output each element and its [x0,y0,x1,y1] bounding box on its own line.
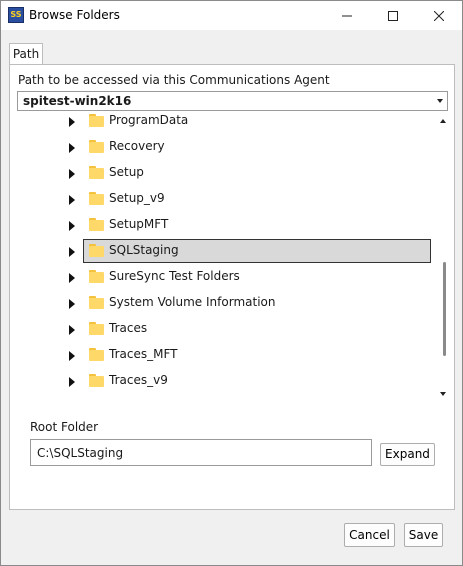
maximize-button[interactable] [370,1,416,30]
title-bar: SS Browse Folders [1,1,462,30]
root-folder-label: Root Folder [30,420,99,434]
tab-path[interactable]: Path [9,43,43,64]
expand-arrow-icon[interactable] [69,273,75,283]
folder-icon [89,192,104,205]
expand-arrow-icon[interactable] [69,221,75,231]
tree-item-setup-v9[interactable]: Setup_v9 [17,186,439,212]
tree-item-label: SetupMFT [109,217,169,231]
tree-item-label: ProgramData [109,113,189,127]
tree-item-label: System Volume Information [109,295,276,309]
browse-folders-window: SS Browse Folders Path Path to be access… [0,0,463,566]
tree-item-sqlstaging[interactable]: SQLStaging [17,238,439,264]
tree-item-traces[interactable]: Traces [17,316,439,342]
expand-arrow-icon[interactable] [69,247,75,257]
agent-dropdown-value: spitest-win2k16 [23,94,132,108]
tree-item-label: Traces_v9 [109,373,168,387]
tree-item-recovery[interactable]: Recovery [17,134,439,160]
folder-icon [89,140,104,153]
close-icon [434,10,444,21]
expand-arrow-icon[interactable] [69,377,75,387]
maximize-icon [388,10,398,21]
folder-icon [89,322,104,335]
expand-arrow-icon[interactable] [69,117,75,127]
tree-item-label: SureSync Test Folders [109,269,240,283]
tree-item-label: Recovery [109,139,165,153]
expand-arrow-icon[interactable] [69,299,75,309]
expand-button[interactable]: Expand [380,443,435,466]
tree-item-label: SQLStaging [109,243,179,257]
tree-item-label: Traces [109,321,148,335]
tree-scrollbar[interactable] [437,112,448,403]
scroll-down-icon[interactable] [440,392,446,396]
tree-item-traces-mft[interactable]: Traces_MFT [17,342,439,368]
close-button[interactable] [416,1,462,30]
tree-item-label: Setup [109,165,144,179]
tree-item-system-volume-information[interactable]: System Volume Information [17,290,439,316]
tree-item-label: Traces_MFT [109,347,178,361]
expand-arrow-icon[interactable] [69,143,75,153]
tree-item-setup[interactable]: Setup [17,160,439,186]
root-folder-input[interactable]: C:\SQLStaging [30,439,372,466]
folder-icon [89,114,104,127]
folder-icon [89,348,104,361]
folder-icon [89,244,104,257]
expand-arrow-icon[interactable] [69,325,75,335]
path-label: Path to be accessed via this Communicati… [18,73,330,87]
tree-item-traces-v9[interactable]: Traces_v9 [17,368,439,394]
path-panel: Path to be accessed via this Communicati… [9,64,455,510]
folder-icon [89,374,104,387]
folder-icon [89,296,104,309]
expand-arrow-icon[interactable] [69,195,75,205]
tree-item-suresync-test-folders[interactable]: SureSync Test Folders [17,264,439,290]
window-title: Browse Folders [29,8,120,22]
folder-icon [89,218,104,231]
tree-item-label: Setup_v9 [109,191,165,205]
root-folder-value: C:\SQLStaging [37,446,124,460]
cancel-button[interactable]: Cancel [344,523,395,547]
app-icon: SS [8,7,24,23]
scrollbar-thumb[interactable] [443,262,446,356]
expand-arrow-icon[interactable] [69,351,75,361]
tree-item-setupmft[interactable]: SetupMFT [17,212,439,238]
scroll-up-icon[interactable] [440,119,446,123]
save-button[interactable]: Save [404,523,443,547]
expand-arrow-icon[interactable] [69,169,75,179]
folder-icon [89,166,104,179]
tree-item-programdata[interactable]: ProgramData [17,112,439,134]
chevron-down-icon [437,99,443,103]
minimize-button[interactable] [324,1,370,30]
folder-tree[interactable]: ProgramData Recovery Setup Setup_v9 Setu [17,112,448,403]
folder-icon [89,270,104,283]
agent-dropdown[interactable]: spitest-win2k16 [17,91,448,111]
minimize-icon [342,15,352,16]
